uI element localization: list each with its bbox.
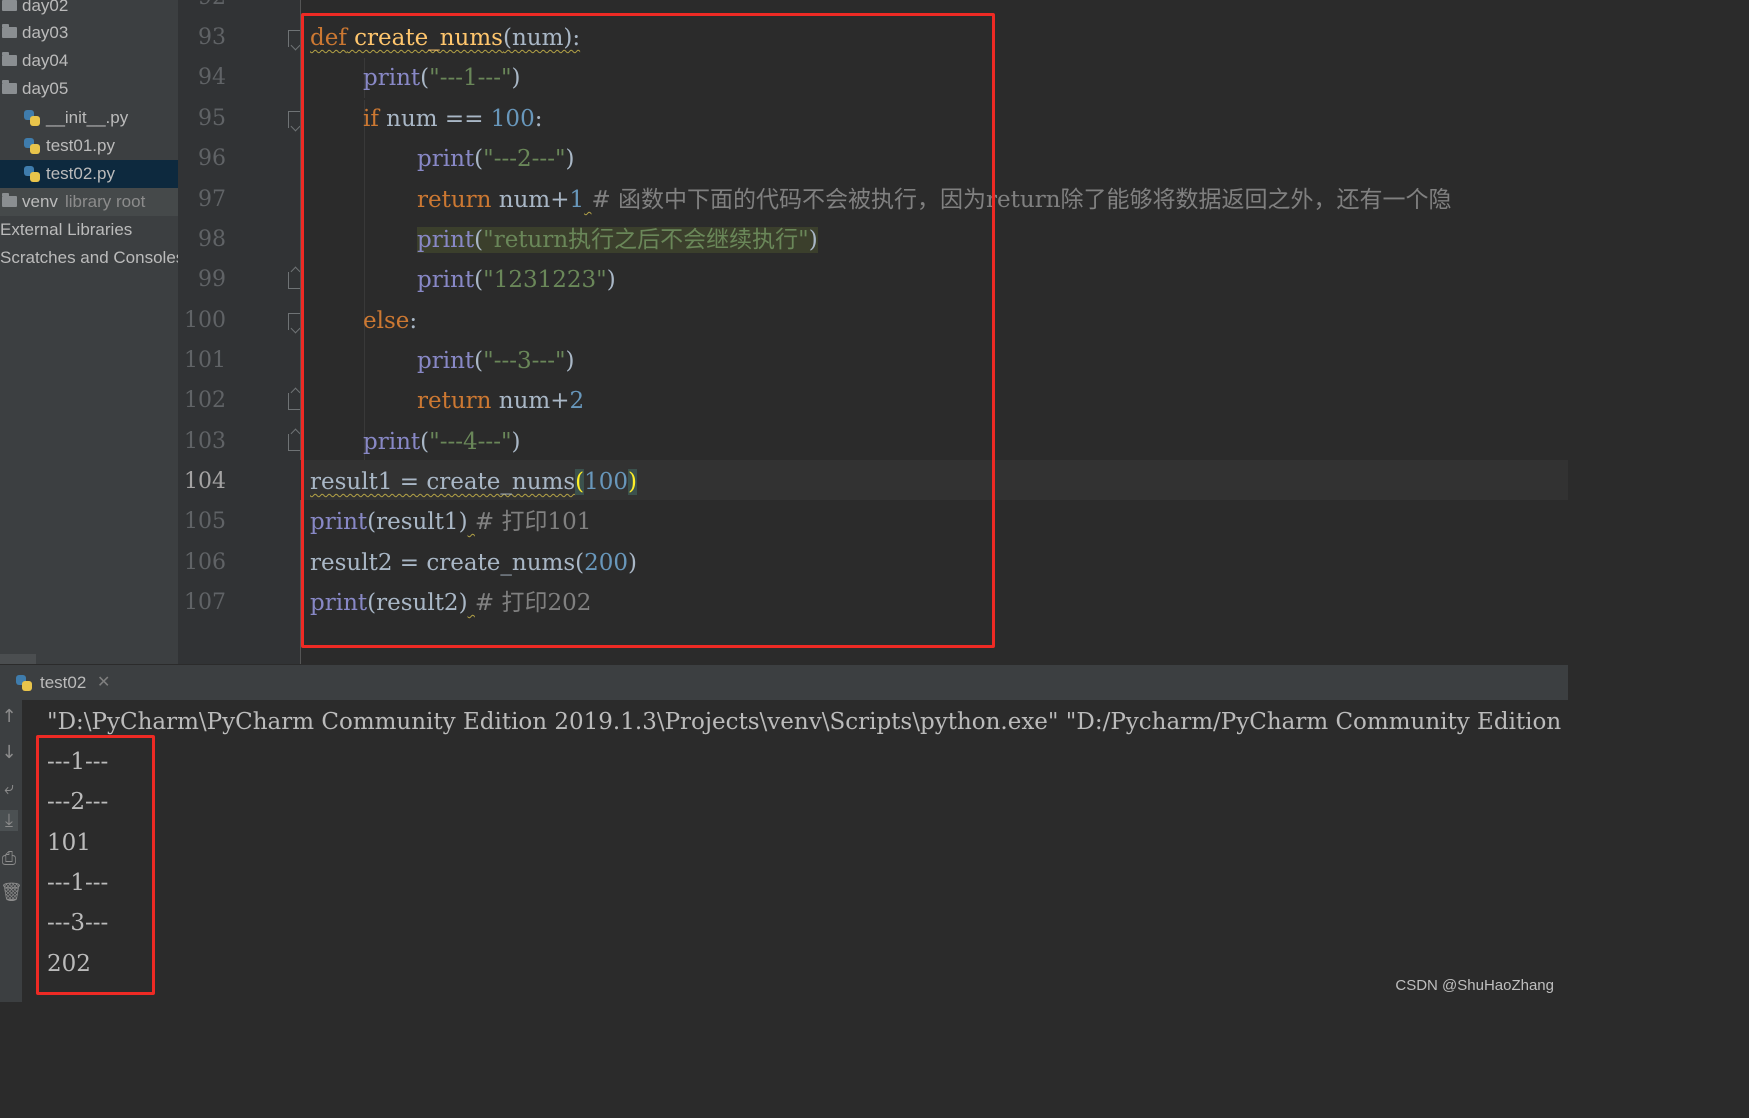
project-tree: day02 day03 day04 day05 __init__.py test…	[0, 0, 178, 664]
tree-item-label: __init__.py	[46, 108, 129, 127]
scroll-up-icon[interactable]: ↑	[0, 706, 18, 727]
tree-item-label: venv	[22, 192, 58, 211]
run-tool-window-tabs: test02 ✕	[0, 664, 1568, 701]
python-file-icon	[24, 138, 40, 154]
python-file-icon	[24, 110, 40, 126]
library-root-label: library root	[65, 192, 146, 211]
line-number: 96	[198, 146, 226, 171]
python-run-icon	[16, 675, 32, 691]
line-number: 100	[184, 308, 226, 333]
tree-item-day04[interactable]: day04	[0, 47, 178, 75]
tree-item-label: day02	[22, 0, 69, 15]
line-number: 92	[178, 0, 226, 18]
line-number: 98	[198, 227, 226, 252]
tree-item-test02-py[interactable]: test02.py	[0, 160, 178, 188]
python-file-icon	[24, 166, 40, 182]
tree-item-venv[interactable]: venv library root	[0, 188, 178, 216]
tree-item-label: test02.py	[46, 164, 115, 183]
line-number: 106	[184, 550, 226, 575]
tree-item-day05[interactable]: day05	[0, 75, 178, 103]
folder-icon	[2, 52, 17, 66]
tree-item-init-py[interactable]: __init__.py	[0, 104, 178, 132]
line-number: 97	[198, 187, 226, 212]
tree-item-label: day04	[22, 51, 69, 70]
horizontal-scrollbar[interactable]	[0, 654, 36, 664]
scroll-to-end-icon[interactable]: ⤓	[0, 810, 18, 831]
folder-icon	[2, 80, 17, 94]
highlight-box-output	[36, 735, 155, 995]
run-tab-label: test02	[40, 673, 87, 692]
line-number: 103	[184, 429, 226, 454]
tree-item-label: Scratches and Consoles	[0, 248, 178, 267]
line-number-current: 104	[184, 469, 226, 494]
tree-item-scratches[interactable]: Scratches and Consoles	[0, 244, 178, 272]
print-icon[interactable]: ⎙	[0, 848, 18, 869]
run-console[interactable]: "D:\PyCharm\PyCharm Community Edition 20…	[22, 700, 1568, 1002]
line-number: 102	[184, 388, 226, 413]
trash-icon[interactable]: 🗑	[0, 882, 23, 903]
watermark: CSDN @ShuHaoZhang	[1395, 977, 1554, 994]
tree-item-day02[interactable]: day02	[0, 0, 178, 20]
line-number: 105	[184, 509, 226, 534]
line-number: 101	[184, 348, 226, 373]
tree-item-label: test01.py	[46, 136, 115, 155]
line-number-gutter: 92 93 94 95 96 97 98 99 100 101 102 103 …	[178, 0, 304, 664]
console-command-line: "D:\PyCharm\PyCharm Community Edition 20…	[47, 709, 1562, 735]
run-tab-test02[interactable]: test02 ✕	[0, 665, 118, 701]
line-number: 95	[198, 106, 226, 131]
tree-item-label: day05	[22, 79, 69, 98]
close-icon[interactable]: ✕	[97, 665, 110, 701]
line-number: 99	[198, 267, 226, 292]
tree-item-label: day03	[22, 23, 69, 42]
folder-icon	[2, 193, 17, 207]
line-number: 94	[198, 65, 226, 90]
folder-icon	[2, 0, 17, 11]
run-toolbar: ↑ ↓ ⤶ ⤓ ⎙ 🗑	[0, 700, 23, 1002]
tree-item-external-libraries[interactable]: External Libraries	[0, 216, 178, 244]
highlight-box-code	[301, 13, 995, 648]
tree-item-test01-py[interactable]: test01.py	[0, 132, 178, 160]
soft-wrap-icon[interactable]: ⤶	[0, 778, 18, 799]
folder-icon	[2, 24, 17, 38]
tree-item-label: External Libraries	[0, 220, 133, 239]
tree-item-day03[interactable]: day03	[0, 19, 178, 47]
line-number: 107	[184, 590, 226, 615]
scroll-down-icon[interactable]: ↓	[0, 742, 18, 763]
line-number: 93	[198, 25, 226, 50]
